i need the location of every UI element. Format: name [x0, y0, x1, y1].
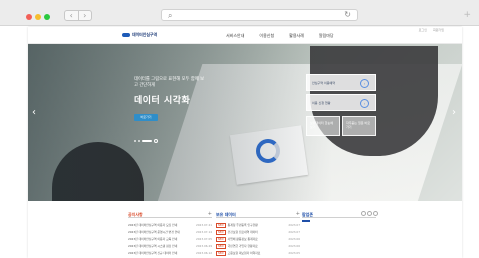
website: 로그인 회원가입 데이터안심구역 서비스안내 이용신청 활용사례 알림마당 데이…: [28, 27, 462, 258]
board-title: 팝업존: [302, 212, 314, 217]
more-icon[interactable]: +: [296, 211, 300, 217]
list-item[interactable]: 2023년 데이터안심구역 운영시간 변경 안내 2023.07.14: [128, 229, 212, 236]
item-date: 2023.07.14: [195, 230, 212, 234]
item-date: 2023.07.21: [195, 223, 212, 227]
minimize-window-button[interactable]: [35, 14, 41, 20]
signup-link[interactable]: 회원가입: [433, 28, 444, 32]
board-title: 보유 데이터: [216, 212, 236, 217]
site-logo[interactable]: 데이터안심구역: [122, 32, 157, 38]
page: ‹ › ⌕ ↻ + 로그인 회원가입 데이터안심구역 서비스안내 이용신청 활용…: [0, 0, 479, 258]
logo-text: 데이터안심구역: [132, 32, 158, 37]
notice-list: 2023년 데이터안심구역 이용자 모집 안내 2023.07.21 2023년 …: [128, 222, 212, 257]
pause-icon[interactable]: [154, 139, 158, 143]
back-button[interactable]: ‹: [65, 11, 78, 20]
arrow-icon: ›: [360, 79, 369, 88]
nav-item-apply[interactable]: 이용신청: [259, 33, 274, 39]
prev-slide-icon[interactable]: ‹: [32, 108, 36, 118]
hero-subtitle: 데이터를 그림으로 표현해 모두 함께 보고 간단하게: [134, 77, 205, 88]
list-item[interactable]: 2023년 데이터안심구역 이용자 교육 안내 2023.07.05: [128, 236, 212, 243]
board-header: 공지사항 +: [128, 211, 212, 218]
slide-indicator: [134, 139, 158, 143]
item-date: 2023.06: [288, 244, 300, 248]
search-icon: ⌕: [168, 11, 173, 20]
slide-dot[interactable]: [138, 140, 140, 142]
item-title: 2023년 데이터안심구역 이용자 교육 안내: [128, 237, 178, 241]
nav-item-service[interactable]: 서비스안내: [226, 33, 244, 39]
item-title: 2023년 데이터안심구역 이용자 모집 안내: [128, 223, 178, 227]
item-date: 2023.07: [288, 230, 300, 234]
next-icon[interactable]: [373, 211, 378, 216]
pause-icon[interactable]: [367, 211, 372, 216]
item-date: 2023.06.29: [195, 244, 212, 248]
history-buttons: ‹ ›: [64, 10, 92, 21]
slide-dot-active[interactable]: [142, 140, 152, 142]
browser-chrome: ‹ › ⌕ ↻ +: [0, 0, 479, 26]
quick-square-data[interactable]: 보유데이터 한눈에 보기: [306, 116, 340, 136]
item-title: 2023년 데이터안심구역 신규 데이터 안내: [128, 251, 178, 255]
item-date: 2023.06: [288, 237, 300, 241]
hero-banner: 데이터를 그림으로 표현해 모두 함께 보고 간단하게 데이터 시각화 바로가기…: [28, 44, 462, 201]
item-title: 사업체 활동정보 통계자료: [227, 237, 258, 241]
popup-zone: 팝업존: [302, 211, 378, 222]
notice-board: 공지사항 + 2023년 데이터안심구역 이용자 모집 안내 2023.07.21…: [128, 211, 212, 257]
hero-title: 데이터 시각화: [134, 96, 191, 106]
item-title: 2023년 데이터안심구역 운영시간 변경 안내: [128, 230, 180, 234]
nav-item-cases[interactable]: 활용사례: [289, 33, 304, 39]
popup-pager: [361, 211, 378, 216]
forward-button[interactable]: ›: [77, 11, 92, 20]
list-item[interactable]: 2023년 데이터안심구역 시스템 점검 안내 2023.06.29: [128, 243, 212, 250]
quick-card-label: 이용 신청 현황: [312, 101, 331, 105]
popup-indicator: [302, 220, 310, 222]
item-title: 건강보험 진료내역 데이터: [227, 230, 258, 234]
dataset-board: 보유 데이터 + NEW 통계청 주민등록 인구현황 2023.07 NEW 건강보험…: [216, 211, 300, 257]
login-link[interactable]: 로그인: [419, 28, 427, 32]
reload-icon[interactable]: ↻: [344, 10, 351, 20]
arrow-icon: ›: [360, 99, 369, 108]
list-item[interactable]: 2023년 데이터안심구역 신규 데이터 안내 2023.06.12: [128, 250, 212, 257]
new-badge: NEW: [216, 244, 226, 249]
quick-card-label: 안심구역 이용예약: [312, 81, 336, 85]
list-item[interactable]: NEW 사업체 활동정보 통계자료 2023.06: [216, 236, 300, 243]
board-header: 팝업존: [302, 211, 378, 218]
item-title: 2023년 데이터안심구역 시스템 점검 안내: [128, 244, 178, 248]
new-badge: NEW: [216, 223, 226, 228]
prev-icon[interactable]: [361, 211, 366, 216]
more-icon[interactable]: +: [208, 211, 212, 217]
new-tab-button[interactable]: +: [463, 11, 471, 20]
new-badge: NEW: [216, 237, 226, 242]
item-title: 국민연금 가입자 현황자료: [227, 244, 258, 248]
quick-square-faq[interactable]: 자주묻는 질문 바로가기: [342, 116, 376, 136]
utility-links: 로그인 회원가입: [419, 28, 444, 32]
hero-overlay: [28, 44, 462, 201]
new-badge: NEW: [216, 230, 226, 235]
item-date: 2023.05: [288, 251, 300, 255]
list-item[interactable]: NEW 고용보험 피보험자 이력자료 2023.05: [216, 250, 300, 257]
item-title: 통계청 주민등록 인구현황: [227, 223, 258, 227]
slide-dot[interactable]: [134, 140, 136, 142]
nav-item-notice[interactable]: 알림마당: [319, 33, 334, 39]
item-date: 2023.07: [288, 223, 300, 227]
board-title: 공지사항: [128, 212, 143, 217]
quick-card-status[interactable]: 이용 신청 현황 ›: [306, 94, 376, 111]
main-nav: 서비스안내 이용신청 활용사례 알림마당: [226, 33, 334, 39]
item-title: 고용보험 피보험자 이력자료: [227, 251, 261, 255]
maximize-window-button[interactable]: [44, 14, 50, 20]
logo-icon: [122, 33, 130, 37]
dataset-list: NEW 통계청 주민등록 인구현황 2023.07 NEW 건강보험 진료내역 데이터…: [216, 222, 300, 257]
item-date: 2023.07.05: [195, 237, 212, 241]
quick-card-reservation[interactable]: 안심구역 이용예약 ›: [306, 74, 376, 91]
list-item[interactable]: NEW 건강보험 진료내역 데이터 2023.07: [216, 229, 300, 236]
board-section: 공지사항 + 2023년 데이터안심구역 이용자 모집 안내 2023.07.21…: [28, 201, 462, 258]
list-item[interactable]: NEW 국민연금 가입자 현황자료 2023.06: [216, 243, 300, 250]
item-date: 2023.06.12: [195, 251, 212, 255]
board-header: 보유 데이터 +: [216, 211, 300, 218]
site-header: 로그인 회원가입 데이터안심구역 서비스안내 이용신청 활용사례 알림마당: [28, 27, 462, 44]
list-item[interactable]: NEW 통계청 주민등록 인구현황 2023.07: [216, 222, 300, 229]
new-badge: NEW: [216, 251, 226, 256]
list-item[interactable]: 2023년 데이터안심구역 이용자 모집 안내 2023.07.21: [128, 222, 212, 229]
close-window-button[interactable]: [26, 14, 32, 20]
next-slide-icon[interactable]: ›: [452, 108, 456, 118]
address-bar[interactable]: ⌕ ↻: [161, 9, 358, 21]
hero-more-button[interactable]: 바로가기: [134, 114, 158, 121]
